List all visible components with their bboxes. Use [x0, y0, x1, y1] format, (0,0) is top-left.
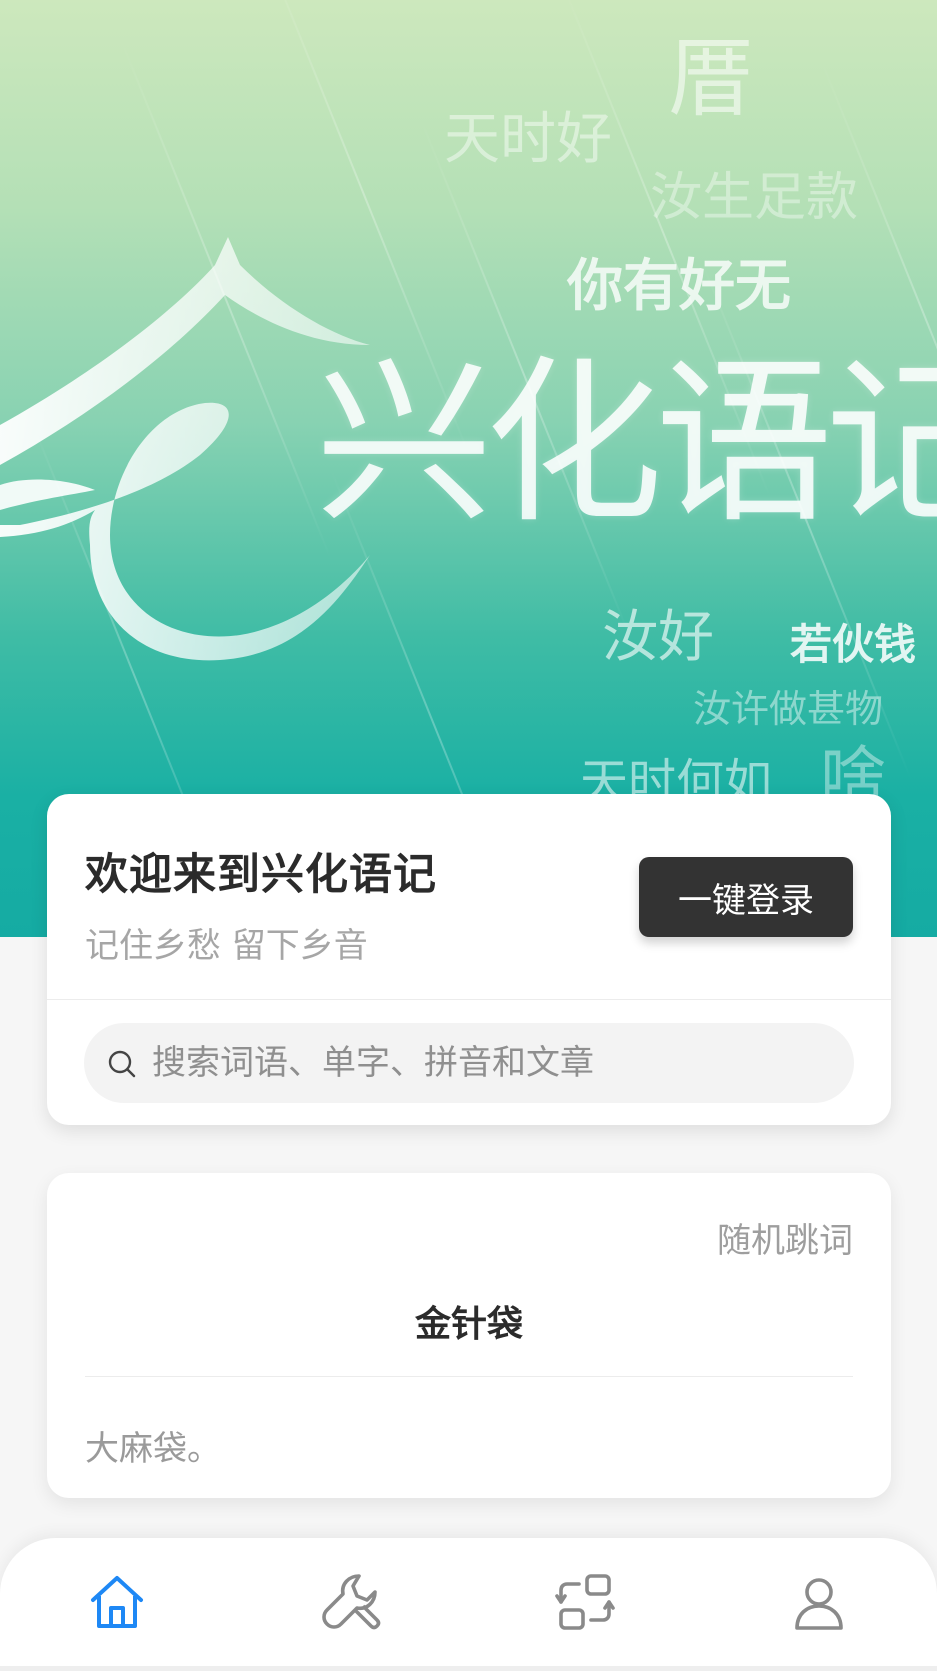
search-bar[interactable] [84, 1023, 854, 1103]
hero-word: 汝许做甚物 [693, 687, 884, 731]
hero-word: 若伙钱 [790, 620, 917, 669]
search-input[interactable] [152, 1023, 832, 1103]
hero-word: 天时好 [444, 107, 612, 172]
welcome-title: 欢迎来到兴化语记 [85, 850, 437, 900]
bottom-tab-bar [0, 1538, 937, 1666]
tab-home[interactable] [0, 1538, 234, 1666]
home-icon [91, 1576, 143, 1628]
word-definition: 大麻袋。 [85, 1429, 221, 1469]
welcome-subtitle: 记住乡愁 留下乡音 [85, 926, 368, 966]
tab-convert[interactable] [468, 1538, 702, 1666]
random-word-link[interactable]: 随机跳词 [717, 1213, 853, 1262]
bottom-edge [0, 1666, 937, 1671]
search-icon [108, 1050, 136, 1078]
hero-word: 你有好无 [567, 253, 791, 319]
divider [85, 1376, 853, 1377]
convert-icon [555, 1574, 615, 1630]
tab-tools[interactable] [234, 1538, 468, 1666]
wrench-icon [322, 1574, 381, 1630]
user-icon [795, 1578, 843, 1630]
login-button-label: 一键登录 [678, 880, 814, 921]
word-card: 随机跳词 金针袋 大麻袋。 [47, 1173, 891, 1498]
word-title[interactable]: 金针袋 [47, 1295, 891, 1347]
tab-profile[interactable] [702, 1538, 936, 1666]
hero-logo-text: 兴化语记 [315, 340, 937, 547]
hero-word: 汝生足款 [650, 168, 859, 228]
hero-word: 汝好 [602, 605, 714, 670]
one-click-login-button[interactable]: 一键登录 [639, 857, 853, 937]
divider [47, 999, 891, 1000]
welcome-card: 欢迎来到兴化语记 记住乡愁 留下乡音 一键登录 [47, 794, 891, 1125]
hero-word: 厝 [668, 29, 754, 129]
